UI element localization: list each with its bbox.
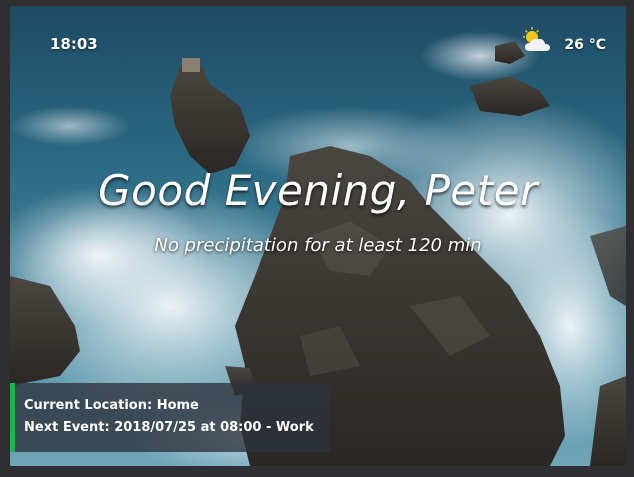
greeting-text: Good Evening, Peter bbox=[98, 166, 538, 215]
current-location: Current Location: Home bbox=[24, 398, 199, 413]
clock: 18:03 bbox=[50, 35, 98, 53]
next-event: Next Event: 2018/07/25 at 08:00 - Work bbox=[24, 420, 314, 435]
weather-widget: 26 °C bbox=[522, 26, 606, 54]
info-panel: Current Location: Home Next Event: 2018/… bbox=[10, 383, 330, 452]
background-photo: 18:03 26 °C Good Evening, Peter No preci… bbox=[10, 6, 626, 466]
precipitation-forecast: No precipitation for at least 120 min bbox=[154, 235, 482, 256]
temperature: 26 °C bbox=[564, 36, 606, 53]
partly-cloudy-icon bbox=[522, 26, 552, 54]
